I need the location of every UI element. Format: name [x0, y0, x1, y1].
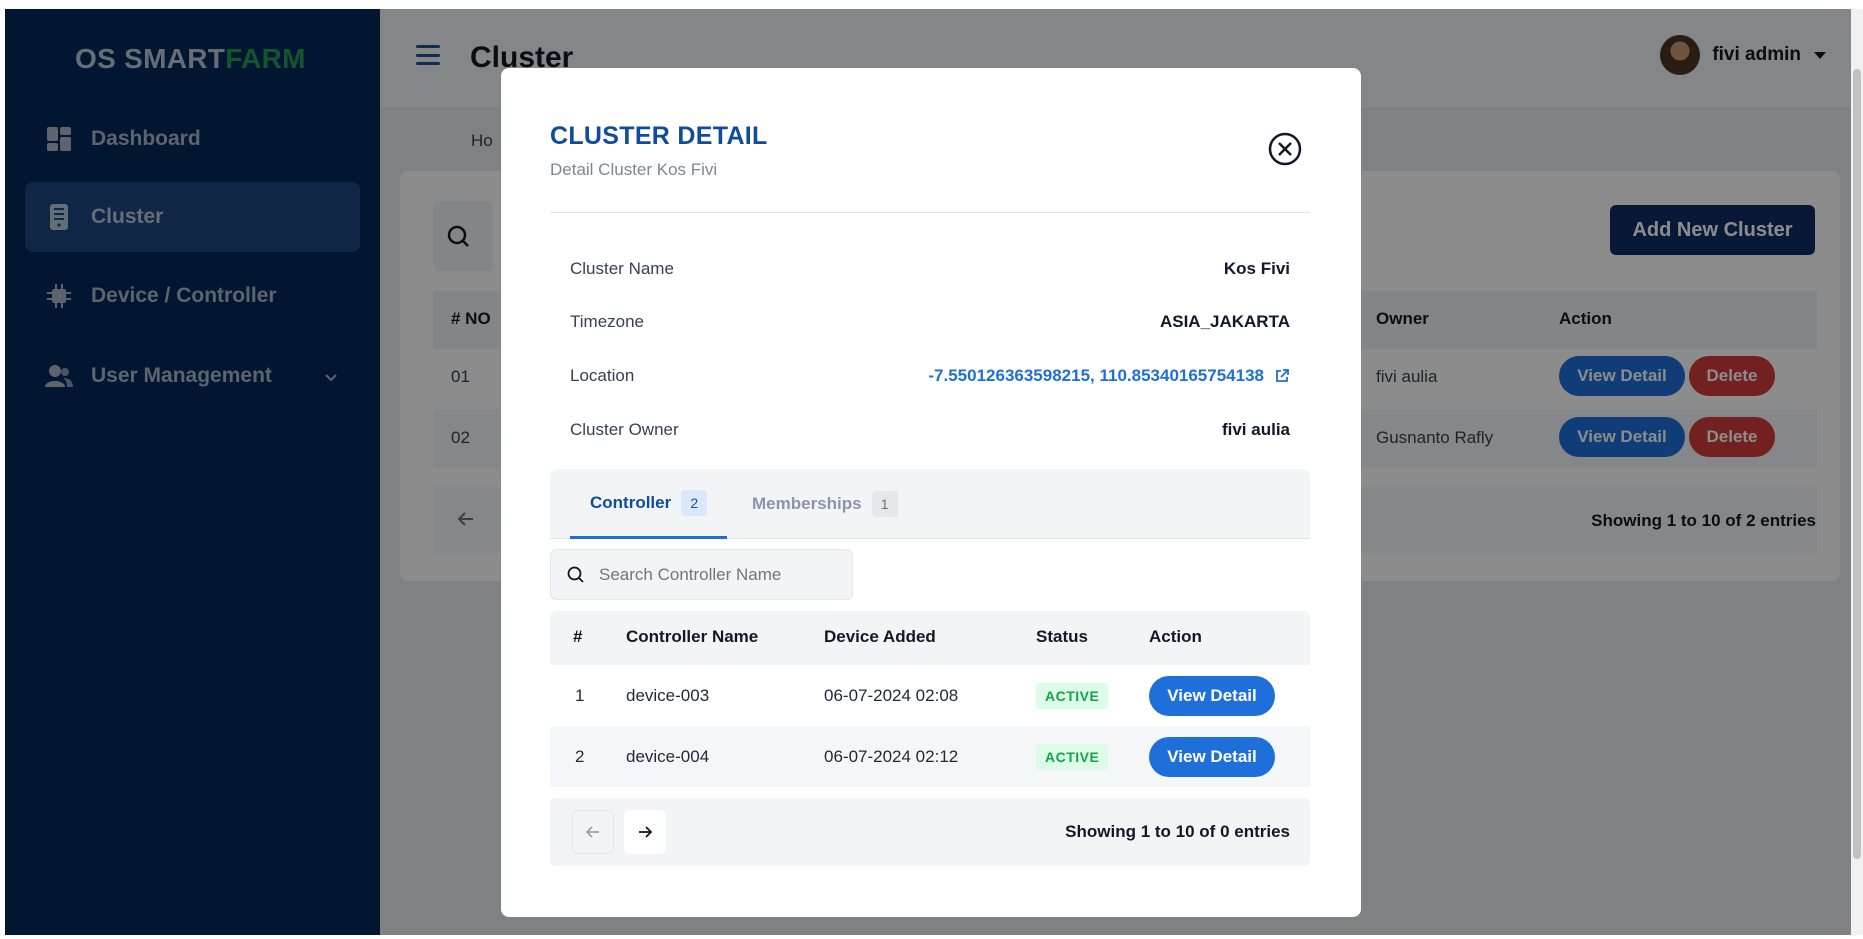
row-index: 2: [575, 747, 585, 766]
column-header-index: #: [573, 627, 583, 646]
previous-page-button[interactable]: [572, 810, 614, 854]
status-badge: ACTIVE: [1036, 744, 1109, 770]
info-row-location: Location -7.550126363598215, 110.8534016…: [570, 366, 1290, 386]
column-header-device-added: Device Added: [824, 627, 936, 646]
row-device-added: 06-07-2024 02:12: [824, 747, 959, 766]
count-badge: 2: [681, 489, 708, 516]
divider: [550, 212, 1310, 213]
info-label: Timezone: [570, 312, 645, 331]
column-header-action: Action: [1149, 627, 1202, 646]
count-badge: 1: [871, 491, 898, 517]
row-device-added: 06-07-2024 02:08: [824, 686, 959, 705]
arrow-left-icon: [585, 826, 599, 838]
column-header-controller-name: Controller Name: [626, 627, 759, 646]
arrow-right-icon: [639, 826, 653, 838]
page-scrollbar[interactable]: [1851, 9, 1863, 935]
close-icon[interactable]: [1268, 132, 1302, 166]
detail-tabs: Controller 2 Memberships 1: [550, 469, 1310, 539]
info-row-timezone: Timezone ASIA_JAKARTA: [570, 312, 1290, 332]
info-value: Kos Fivi: [1223, 259, 1290, 278]
row-controller-name: device-004: [626, 747, 710, 766]
location-link[interactable]: -7.550126363598215, 110.85340165754138: [928, 366, 1290, 386]
entries-summary: Showing 1 to 10 of 0 entries: [1065, 822, 1290, 841]
tab-controller[interactable]: Controller 2: [570, 469, 728, 539]
tab-label: Controller: [590, 492, 672, 512]
controller-search[interactable]: [550, 549, 853, 600]
column-header-status: Status: [1036, 627, 1088, 646]
row-controller-name: device-003: [626, 686, 710, 705]
info-row-cluster-name: Cluster Name Kos Fivi: [570, 259, 1290, 279]
info-value: fivi aulia: [1221, 420, 1290, 439]
info-label: Location: [570, 366, 635, 385]
external-link-icon: [1276, 369, 1289, 382]
row-index: 1: [575, 686, 585, 705]
info-label: Cluster Name: [570, 259, 674, 278]
tab-label: Memberships: [752, 494, 862, 513]
view-detail-button[interactable]: View Detail: [1149, 737, 1275, 777]
search-icon: [567, 566, 584, 583]
view-detail-button[interactable]: View Detail: [1149, 676, 1275, 716]
modal-title: CLUSTER DETAIL: [550, 122, 768, 150]
controller-search-input[interactable]: [599, 564, 819, 585]
app-frame: OS SMARTFARM Dashboard Cluster Device / …: [5, 9, 1851, 935]
info-value: ASIA_JAKARTA: [1159, 312, 1290, 331]
next-page-button[interactable]: [624, 810, 666, 854]
location-value: -7.550126363598215, 110.85340165754138: [928, 366, 1264, 385]
cluster-detail-modal: CLUSTER DETAIL Detail Cluster Kos Fivi C…: [501, 68, 1361, 917]
controller-table-footer: Showing 1 to 10 of 0 entries: [550, 798, 1310, 866]
status-badge: ACTIVE: [1036, 683, 1109, 709]
modal-subtitle: Detail Cluster Kos Fivi: [550, 160, 718, 179]
tab-memberships[interactable]: Memberships 1: [732, 469, 918, 539]
scrollbar-thumb[interactable]: [1853, 69, 1861, 859]
info-row-cluster-owner: Cluster Owner fivi aulia: [570, 420, 1290, 440]
info-label: Cluster Owner: [570, 420, 679, 439]
